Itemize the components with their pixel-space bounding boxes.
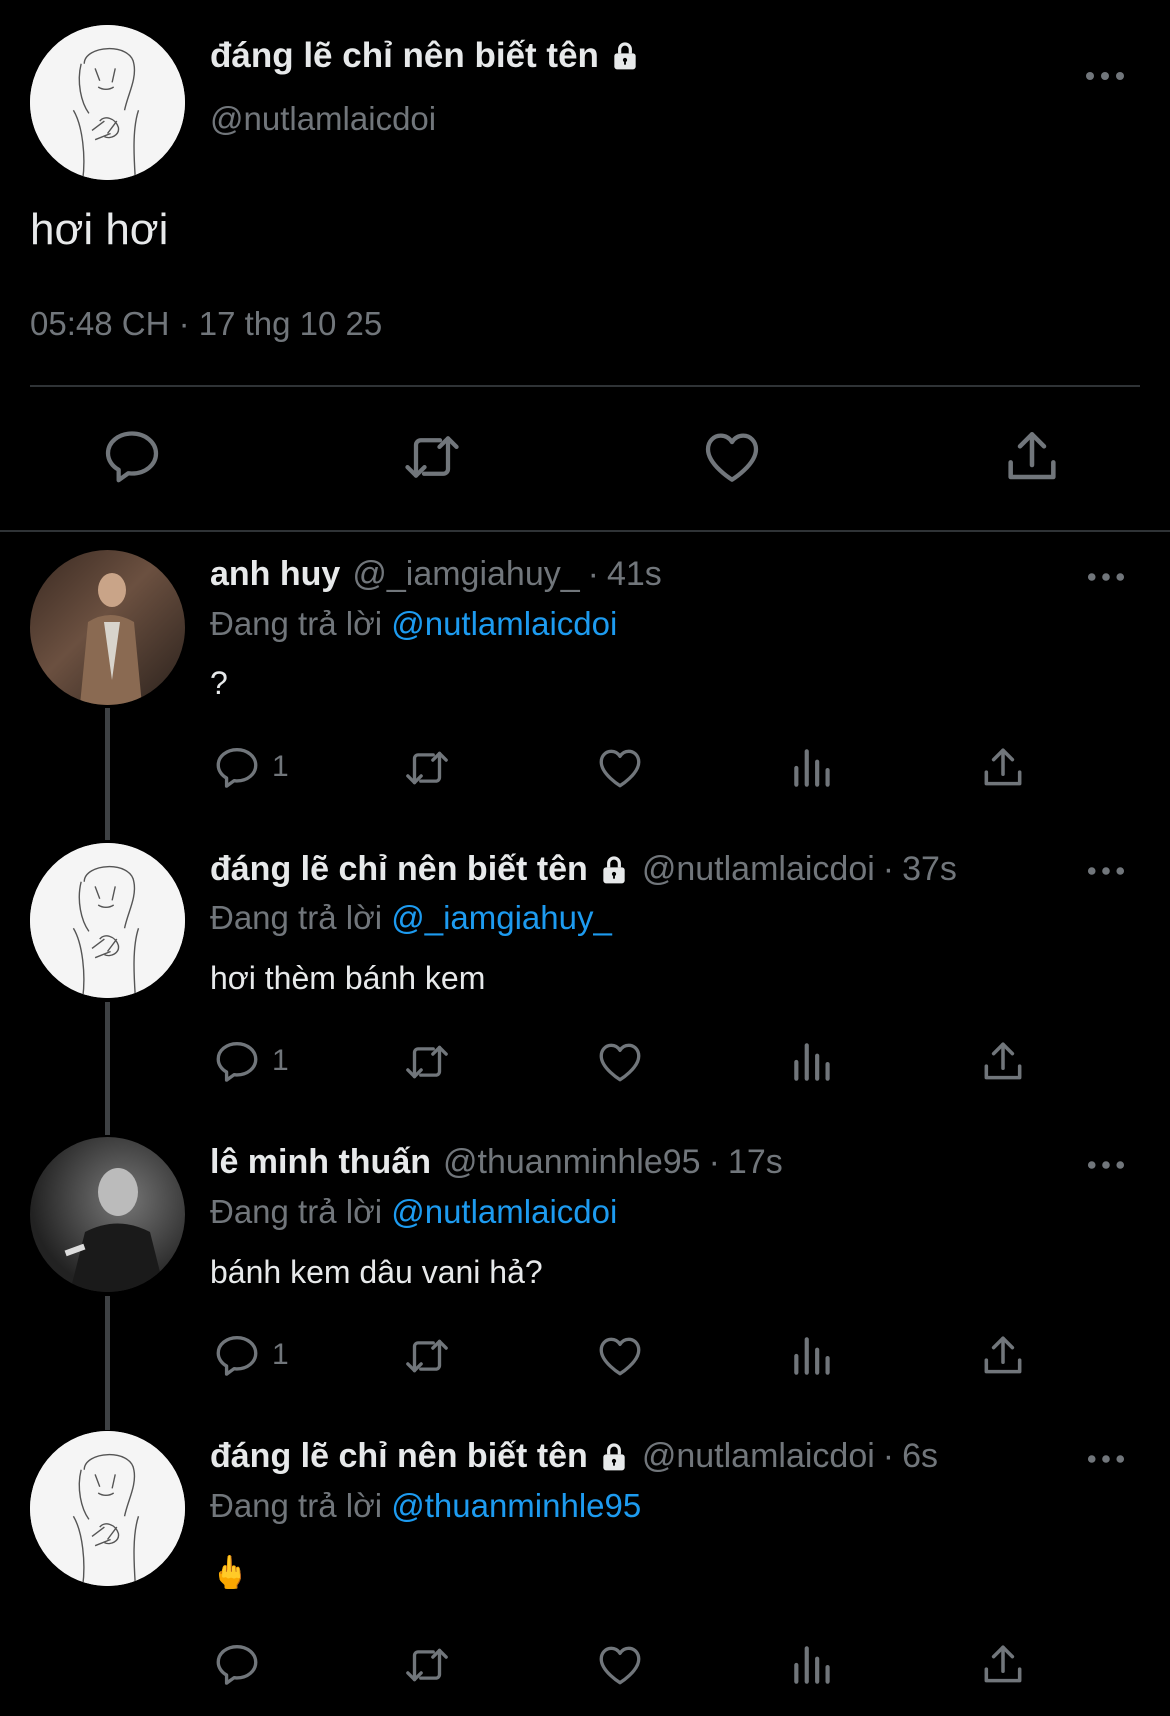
more-options-icon[interactable] bbox=[1085, 70, 1125, 82]
person-photo-icon bbox=[80, 573, 142, 705]
reply-display-name[interactable]: đáng lẽ chỉ nên biết tên bbox=[210, 850, 588, 889]
reply-handle[interactable]: @_iamgiahuy_ bbox=[352, 555, 579, 594]
reply-count: 1 bbox=[272, 1044, 289, 1077]
share-icon[interactable] bbox=[978, 1037, 1028, 1087]
reply-avatar[interactable] bbox=[30, 843, 185, 998]
like-icon[interactable] bbox=[595, 1640, 645, 1690]
tweet-text: hơi hơi bbox=[30, 205, 169, 254]
reply-handle[interactable]: @nutlamlaicdoi bbox=[642, 850, 875, 889]
reply-avatar[interactable] bbox=[30, 1431, 185, 1586]
replying-to-line: Đang trả lời @nutlamlaicdoi bbox=[210, 605, 617, 643]
reply-header: anh huy @_iamgiahuy_ · 41s bbox=[210, 555, 662, 594]
reply-icon[interactable] bbox=[212, 1640, 262, 1690]
reply-time[interactable]: 17s bbox=[728, 1143, 783, 1182]
retweet-icon[interactable] bbox=[402, 743, 452, 793]
reply-display-name[interactable]: đáng lẽ chỉ nên biết tên bbox=[210, 1437, 588, 1476]
share-icon[interactable] bbox=[1000, 425, 1064, 489]
reply-count: 1 bbox=[272, 1338, 289, 1371]
reply-count: 1 bbox=[272, 750, 289, 783]
reply-icon[interactable] bbox=[212, 743, 262, 793]
reply-display-name[interactable]: anh huy bbox=[210, 555, 340, 594]
views-icon[interactable] bbox=[788, 743, 838, 793]
replying-label: Đang trả lời bbox=[210, 1193, 383, 1230]
reply-avatar[interactable] bbox=[30, 1137, 185, 1292]
retweet-icon[interactable] bbox=[400, 425, 464, 489]
replying-mention[interactable]: @nutlamlaicdoi bbox=[391, 1193, 617, 1230]
like-icon[interactable] bbox=[595, 1037, 645, 1087]
reply-text: bánh kem dâu vani hả? bbox=[210, 1254, 543, 1290]
replying-label: Đang trả lời bbox=[210, 1487, 383, 1524]
reply-text: ? bbox=[210, 665, 228, 701]
separator-dot: · bbox=[587, 555, 599, 593]
person-photo-icon bbox=[64, 1168, 165, 1292]
replying-mention[interactable]: @nutlamlaicdoi bbox=[391, 605, 617, 642]
reply-display-name[interactable]: lê minh thuấn bbox=[210, 1143, 431, 1182]
thread-line bbox=[105, 1002, 110, 1135]
lock-icon bbox=[609, 40, 641, 72]
reply-time[interactable]: 6s bbox=[902, 1437, 938, 1476]
sketch-avatar-icon bbox=[30, 1431, 185, 1586]
more-options-icon[interactable] bbox=[1087, 572, 1125, 582]
reply-text: 🖕 bbox=[210, 1554, 250, 1590]
like-icon[interactable] bbox=[595, 743, 645, 793]
author-name-row[interactable]: đáng lẽ chỉ nên biết tên bbox=[210, 36, 641, 76]
share-icon[interactable] bbox=[978, 1640, 1028, 1690]
reply-time[interactable]: 41s bbox=[607, 555, 662, 594]
divider bbox=[0, 530, 1170, 532]
separator-dot: · bbox=[708, 1143, 720, 1181]
replying-label: Đang trả lời bbox=[210, 899, 383, 936]
reply-icon[interactable] bbox=[212, 1331, 262, 1381]
reply-time[interactable]: 37s bbox=[902, 850, 957, 889]
thread-line bbox=[105, 708, 110, 840]
retweet-icon[interactable] bbox=[402, 1640, 452, 1690]
retweet-icon[interactable] bbox=[402, 1037, 452, 1087]
like-icon[interactable] bbox=[595, 1331, 645, 1381]
reply-icon[interactable] bbox=[212, 1037, 262, 1087]
replying-mention[interactable]: @thuanminhle95 bbox=[391, 1487, 641, 1524]
lock-icon bbox=[598, 854, 630, 886]
replying-to-line: Đang trả lời @thuanminhle95 bbox=[210, 1487, 641, 1525]
views-icon[interactable] bbox=[788, 1331, 838, 1381]
tweet-timestamp[interactable]: 05:48 CH · 17 thg 10 25 bbox=[30, 305, 382, 343]
views-icon[interactable] bbox=[788, 1037, 838, 1087]
more-options-icon[interactable] bbox=[1087, 866, 1125, 876]
views-icon[interactable] bbox=[788, 1640, 838, 1690]
author-avatar[interactable] bbox=[30, 25, 185, 180]
reply-header: đáng lẽ chỉ nên biết tên @nutlamlaicdoi … bbox=[210, 1437, 938, 1476]
reply-header: đáng lẽ chỉ nên biết tên @nutlamlaicdoi … bbox=[210, 850, 957, 889]
replying-to-line: Đang trả lời @_iamgiahuy_ bbox=[210, 899, 612, 937]
author-display-name[interactable]: đáng lẽ chỉ nên biết tên bbox=[210, 36, 599, 76]
like-icon[interactable] bbox=[700, 425, 764, 489]
more-options-icon[interactable] bbox=[1087, 1454, 1125, 1464]
reply-icon[interactable] bbox=[100, 425, 164, 489]
reply-avatar[interactable] bbox=[30, 550, 185, 705]
reply-header: lê minh thuấn @thuanminhle95 · 17s bbox=[210, 1143, 783, 1182]
reply-handle[interactable]: @thuanminhle95 bbox=[443, 1143, 701, 1182]
replying-to-line: Đang trả lời @nutlamlaicdoi bbox=[210, 1193, 617, 1231]
retweet-icon[interactable] bbox=[402, 1331, 452, 1381]
separator-dot: · bbox=[882, 1437, 895, 1475]
replying-mention[interactable]: @_iamgiahuy_ bbox=[391, 899, 612, 936]
sketch-avatar-icon bbox=[30, 843, 185, 998]
sketch-avatar-icon bbox=[30, 25, 185, 180]
author-handle[interactable]: @nutlamlaicdoi bbox=[210, 100, 436, 138]
thread-line bbox=[105, 1296, 110, 1430]
more-options-icon[interactable] bbox=[1087, 1160, 1125, 1170]
reply-handle[interactable]: @nutlamlaicdoi bbox=[642, 1437, 875, 1476]
reply-text: hơi thèm bánh kem bbox=[210, 960, 486, 996]
divider bbox=[30, 385, 1140, 387]
replying-label: Đang trả lời bbox=[210, 605, 383, 642]
share-icon[interactable] bbox=[978, 1331, 1028, 1381]
separator-dot: · bbox=[882, 850, 895, 888]
share-icon[interactable] bbox=[978, 743, 1028, 793]
lock-icon bbox=[598, 1441, 630, 1473]
